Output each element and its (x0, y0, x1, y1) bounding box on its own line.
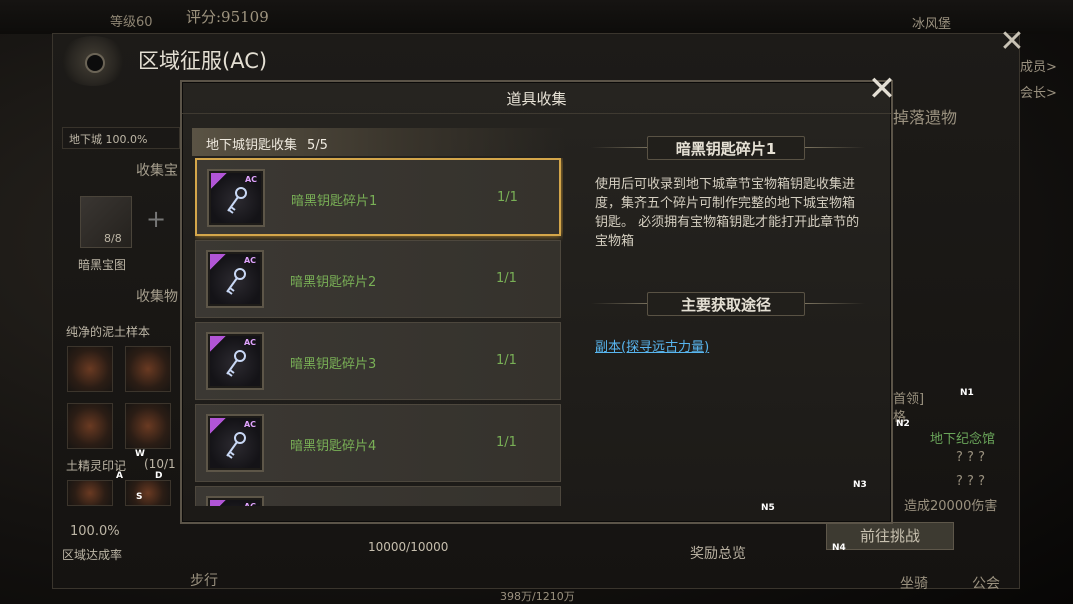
ac-badge: AC (243, 256, 256, 265)
marker-n1: N1 (960, 388, 974, 398)
marker-n5: N5 (761, 503, 775, 513)
key-shape (227, 187, 247, 214)
item-row-2[interactable]: AC 暗黑钥匙碎片2 1/1 (195, 240, 561, 318)
collection-header: 地下城钥匙收集 5/5 (192, 128, 566, 156)
ac-badge: AC (244, 502, 256, 506)
collection-slot[interactable] (125, 403, 171, 449)
item-row-5[interactable]: AC (195, 486, 561, 506)
collection-slot[interactable] (67, 403, 113, 449)
item-qty: 1/1 (496, 271, 517, 286)
completion-rate-label: 区域达成率 (62, 548, 123, 562)
marker-w: W (135, 449, 145, 459)
dark-key-icon: AC (210, 254, 260, 304)
walk-mode[interactable]: 步行 (190, 570, 218, 590)
item-icon-frame: AC (207, 169, 265, 227)
damage-requirement: 造成20000伤害 (904, 499, 998, 514)
section-collection: 收集物 (136, 289, 178, 305)
marker-n4: N4 (832, 543, 846, 553)
panel-title: 区域征服(AC) (138, 49, 268, 73)
dialog-header: 道具收集 (182, 82, 891, 114)
item-row-4[interactable]: AC 暗黑钥匙碎片4 1/1 (195, 404, 561, 482)
mount-button[interactable]: 坐骑 (900, 573, 928, 593)
marker-n2: N2 (896, 419, 910, 429)
progress-value: 10000/10000 (368, 540, 449, 554)
dark-key-icon: AC (210, 418, 260, 468)
collection-name: 地下城钥匙收集 (206, 138, 298, 153)
item-qty: 1/1 (496, 353, 517, 368)
player-level: 等级60 (110, 15, 153, 30)
dialog-close-button[interactable]: ✕ (864, 72, 900, 108)
detail-item-name: 暗黑钥匙碎片1 (675, 140, 777, 158)
guild-member-link[interactable]: 成员> (1020, 56, 1057, 75)
collection-slot[interactable] (125, 346, 171, 392)
treasure-map-count: 8/8 (104, 232, 122, 245)
marker-d: D (155, 471, 163, 481)
panel-close-button[interactable]: ✕ (996, 27, 1028, 59)
collection-slot[interactable] (67, 480, 113, 506)
dark-key-icon: AC (211, 173, 261, 223)
collection-name-wrap: 地下城钥匙收集 5/5 (206, 134, 328, 153)
top-status-bar: 等级60 评分:95109 冰风堡 (0, 0, 1073, 34)
guild-chairman-link[interactable]: 会长> (1020, 82, 1057, 101)
item-name: 暗黑钥匙碎片1 (291, 194, 378, 209)
drop-relics-title: 掉落遗物 (893, 108, 958, 127)
item-icon-frame: AC (206, 332, 264, 390)
collection-count: 5/5 (307, 138, 328, 153)
conquest-emblem-icon (58, 36, 128, 86)
collection-item-label-1: 纯净的泥土样本 (66, 325, 151, 339)
divider (805, 303, 865, 304)
dark-key-icon: AC (210, 500, 260, 506)
marker-a: A (116, 471, 123, 481)
player-score: 评分:95109 (186, 8, 269, 26)
item-qty: 1/1 (497, 190, 518, 205)
boss-label: 首领] (893, 392, 925, 407)
dark-key-icon: AC (210, 336, 260, 386)
section-treasure: 收集宝 (136, 163, 178, 179)
item-row-3[interactable]: AC 暗黑钥匙碎片3 1/1 (195, 322, 561, 400)
plus-icon: + (146, 205, 167, 233)
ac-badge: AC (243, 420, 256, 429)
source-title-bar: 主要获取途径 (591, 292, 865, 316)
detail-title-bar: 暗黑钥匙碎片1 (591, 136, 865, 160)
item-icon-frame: AC (206, 496, 264, 506)
item-qty: 1/1 (496, 435, 517, 450)
unknown-reward-2: ? ? ? (956, 474, 985, 489)
source-link[interactable]: 副本(探寻远古力量) (595, 336, 709, 355)
marker-n3: N3 (853, 480, 867, 490)
key-shape (226, 268, 246, 295)
ac-badge: AC (243, 338, 256, 347)
collection-slot[interactable] (67, 346, 113, 392)
item-description: 使用后可收录到地下城章节宝物箱钥匙收集进度，集齐五个碎片可制作完整的地下城宝物箱… (595, 177, 860, 249)
memorial-label: 地下纪念馆 (930, 432, 996, 447)
item-list[interactable]: AC 暗黑钥匙碎片1 1/1 AC 暗黑钥匙碎片2 1/1 AC 暗黑钥匙碎片3… (195, 158, 563, 506)
guild-button[interactable]: 公会 (972, 573, 1000, 593)
item-name: 暗黑钥匙碎片3 (290, 357, 377, 372)
item-row-1[interactable]: AC 暗黑钥匙碎片1 1/1 (195, 158, 561, 236)
dialog-title: 道具收集 (506, 90, 567, 108)
marker-s: S (136, 492, 143, 502)
item-icon-frame: AC (206, 414, 264, 472)
dungeon-completion: 地下城 100.0% (62, 127, 180, 149)
reward-overview-button[interactable]: 奖励总览 (690, 543, 746, 563)
item-name: 暗黑钥匙碎片2 (290, 275, 377, 290)
key-shape (226, 432, 246, 459)
region-name: 冰风堡 (912, 17, 952, 32)
item-icon-frame: AC (206, 250, 264, 308)
treasure-map-label: 暗黑宝图 (78, 258, 127, 272)
completion-rate: 100.0% (70, 524, 120, 539)
ac-badge: AC (244, 175, 257, 184)
key-shape (226, 350, 246, 377)
gold-amount: 398万/1210万 (500, 590, 575, 603)
unknown-reward-1: ? ? ? (956, 450, 985, 465)
source-title: 主要获取途径 (680, 296, 771, 314)
divider (805, 147, 865, 148)
item-name: 暗黑钥匙碎片4 (290, 439, 377, 454)
collection-slot[interactable] (125, 480, 171, 506)
collection-item-count-2: (10/1 (144, 457, 176, 471)
